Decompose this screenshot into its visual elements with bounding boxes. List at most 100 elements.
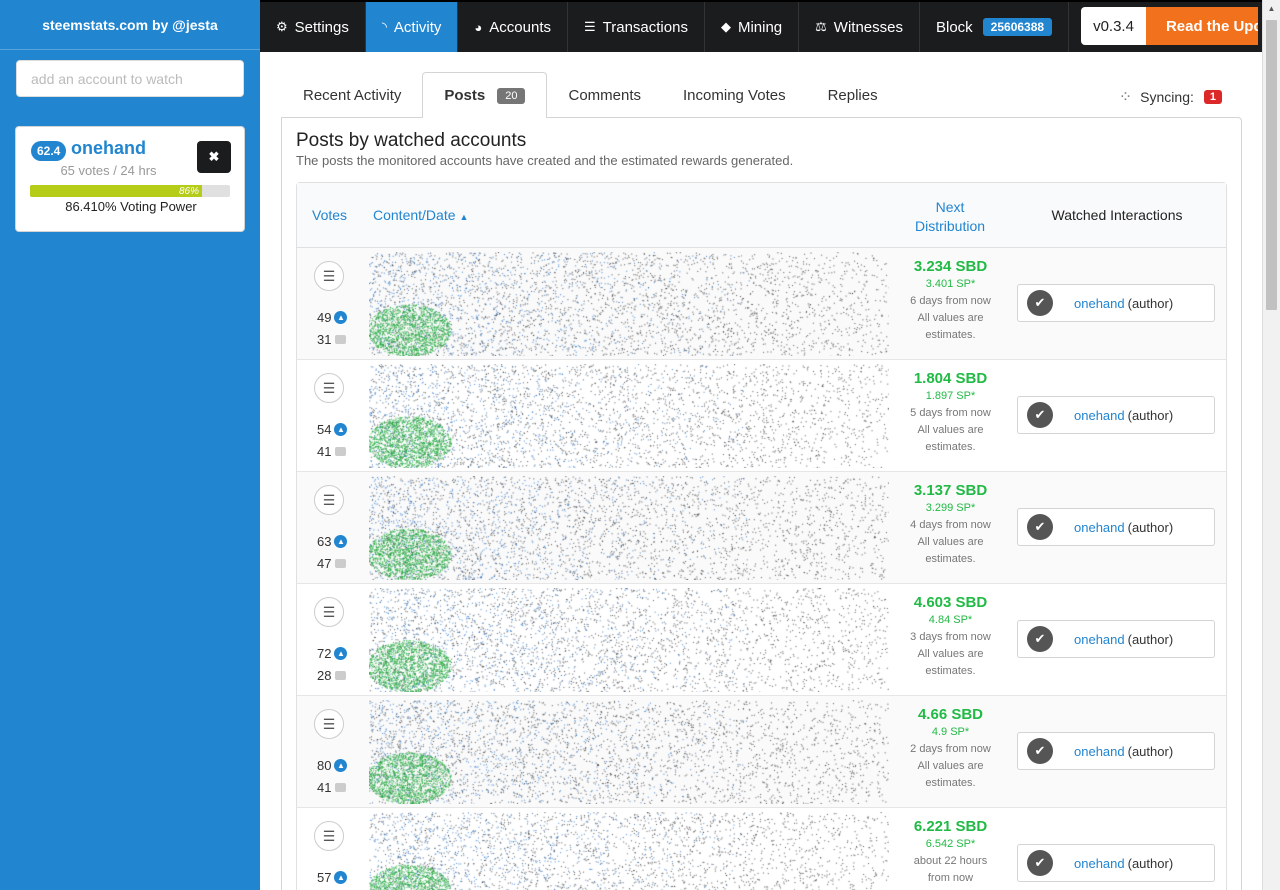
watched-interaction: ✔ onehand (author) [1017,620,1215,658]
post-content-icon[interactable]: ☰ [314,485,344,515]
estimate-note-2: estimates. [925,553,976,565]
post-content-preview[interactable] [369,252,889,356]
header-label: Content/Date [373,207,456,223]
sbd-value: 3.234 SBD [913,258,988,275]
nav-mining[interactable]: ◆ Mining [705,2,800,52]
post-content-icon[interactable]: ☰ [314,821,344,851]
sbd-value: 4.66 SBD [917,706,984,723]
gears-icon: ⚙ [276,19,288,34]
next-distribution-column-header[interactable]: Next Distribution [897,198,1003,236]
vote-count-value: 63 [317,534,332,549]
nav-witnesses[interactable]: ⚖ Witnesses [799,2,920,52]
account-name-link[interactable]: onehand [71,138,146,159]
distribution-time: 3 days from now All values are estimates. [893,629,1008,680]
interaction-author-link[interactable]: onehand [1074,856,1125,871]
post-content-icon[interactable]: ☰ [314,597,344,627]
scroll-thumb[interactable] [1266,20,1277,310]
distribution-time: 2 days from now All values are estimates. [893,741,1008,792]
page-scrollbar[interactable]: ▲ [1262,0,1280,890]
post-content-preview[interactable] [369,588,889,692]
sync-count-badge: 1 [1203,90,1222,104]
post-content-icon[interactable]: ☰ [314,709,344,739]
tab-posts[interactable]: Posts 20 [422,72,548,118]
comment-count: 41 [317,780,347,795]
estimate-note-1: All values are [917,648,984,660]
upvote-icon: ▲ [334,647,348,660]
post-content-preview[interactable] [369,476,889,580]
tab-recent-activity[interactable]: Recent Activity [282,72,422,118]
header-line-1: Next [935,199,965,215]
distribution-when: about 22 hours [913,855,988,867]
cube-icon: ◆ [720,19,731,34]
section-subtitle: The posts the monitored accounts have cr… [296,153,794,168]
next-distribution: 4.66 SBD 4.9 SP* 2 days from now All valu… [893,706,1008,792]
nav-block[interactable]: Block 25606388 [920,2,1070,52]
estimate-note-1: All values are [917,760,984,772]
distribution-when: 3 days from now [910,631,991,643]
comment-icon [335,335,347,344]
interaction-role: (author) [1127,743,1174,759]
next-distribution: 3.137 SBD 3.299 SP* 4 days from now All v… [893,482,1008,568]
table-row: ☰ 63 ▲ 47 3.137 SBD 3.299 SP* 4 days from… [297,472,1226,584]
read-update-button[interactable]: Read the Update [1145,7,1258,45]
tab-label: Posts [444,87,486,104]
distribution-when: 5 days from now [910,407,991,419]
post-content-preview[interactable] [369,812,889,890]
tab-comments[interactable]: Comments [547,72,662,118]
tab-label: Recent Activity [303,86,402,104]
brand-title[interactable]: steemstats.com by @jesta [0,0,260,50]
comment-count-value: 41 [317,444,332,459]
post-content-icon[interactable]: ☰ [314,261,344,291]
interaction-author-link[interactable]: onehand [1074,632,1125,647]
content-date-column-header[interactable]: Content/Date ▲ [373,207,468,223]
estimate-note-1: All values are [917,424,984,436]
estimate-note-2: estimates. [925,777,976,789]
sp-value: 3.401 SP* [925,278,976,290]
post-content-icon[interactable]: ☰ [314,373,344,403]
remove-account-button[interactable]: ✖ [197,141,231,173]
watched-interaction: ✔ onehand (author) [1017,284,1215,322]
table-body: ☰ 49 ▲ 31 3.234 SBD 3.401 SP* 6 days from… [297,248,1226,890]
sync-status: ⁘ Syncing: 1 [1119,87,1222,107]
nav-settings[interactable]: ⚙ Settings [260,2,366,52]
tab-incoming-votes[interactable]: Incoming Votes [662,72,807,118]
pie-chart-icon: ◕ [474,19,483,35]
tab-replies[interactable]: Replies [807,72,899,118]
spinner-icon: ⁘ [1118,89,1133,106]
vote-count: 54 ▲ [317,422,348,437]
comment-count: 41 [317,444,347,459]
interaction-author-link[interactable]: onehand [1074,744,1125,759]
activity-tabs: Recent Activity Posts 20 Comments Incomin… [282,72,1242,118]
interaction-author-link[interactable]: onehand [1074,296,1125,311]
watch-account-input[interactable] [16,60,244,97]
upvote-icon: ▲ [334,759,348,772]
sbd-value: 6.221 SBD [913,818,988,835]
scroll-up-arrow-icon[interactable]: ▲ [1263,0,1280,17]
tab-label: Incoming Votes [683,86,786,104]
nav-activity[interactable]: ◝ Activity [365,2,459,52]
vote-count: 57 ▲ [317,870,348,885]
nav-accounts[interactable]: ◕ Accounts [458,2,568,52]
tab-label: Comments [568,86,642,104]
distribution-when: 2 days from now [910,743,991,755]
sort-ascending-icon: ▲ [459,212,469,222]
sbd-value: 4.603 SBD [913,594,988,611]
post-content-preview[interactable] [369,700,889,804]
vote-count-value: 80 [317,758,332,773]
watched-interactions-column-header: Watched Interactions [1051,207,1183,223]
voting-power-text: 86.410% Voting Power [65,199,197,214]
reputation-badge: 62.4 [31,141,67,161]
check-icon: ✔ [1027,626,1053,652]
interaction-author-link[interactable]: onehand [1074,408,1125,423]
sidebar: steemstats.com by @jesta 62.4 onehand 65… [0,0,260,890]
watched-interaction: ✔ onehand (author) [1017,732,1215,770]
sp-value: 4.84 SP* [928,614,973,626]
interaction-role: (author) [1127,295,1174,311]
votes-column-header[interactable]: Votes [312,207,347,223]
interaction-author-link[interactable]: onehand [1074,520,1125,535]
post-content-preview[interactable] [369,364,889,468]
nav-transactions[interactable]: ☰ Transactions [568,2,705,52]
check-icon: ✔ [1027,402,1053,428]
next-distribution: 3.234 SBD 3.401 SP* 6 days from now All v… [893,258,1008,344]
estimate-note-1: from now [927,872,974,884]
